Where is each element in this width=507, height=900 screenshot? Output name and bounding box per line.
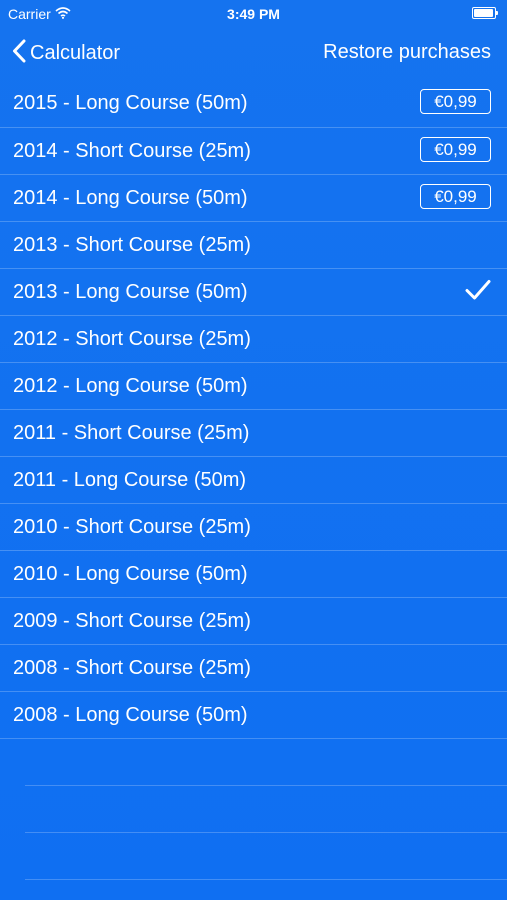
- list-item-label: 2012 - Long Course (50m): [13, 375, 248, 397]
- list-item-label: 2011 - Long Course (50m): [13, 469, 247, 491]
- list-item-label: 2010 - Long Course (50m): [13, 563, 248, 585]
- list-item-2012-short[interactable]: 2012 - Short Course (25m): [0, 315, 507, 362]
- empty-row: [25, 739, 507, 786]
- list-item-2013-long[interactable]: 2013 - Long Course (50m): [0, 268, 507, 315]
- buy-button[interactable]: €0,99: [420, 89, 491, 114]
- list-item-label: 2014 - Long Course (50m): [13, 187, 248, 209]
- list-item-2011-short[interactable]: 2011 - Short Course (25m): [0, 409, 507, 456]
- list-item-2010-short[interactable]: 2010 - Short Course (25m): [0, 503, 507, 550]
- chevron-left-icon: [12, 39, 26, 68]
- list-item-label: 2012 - Short Course (25m): [13, 328, 251, 350]
- list-item-2013-short[interactable]: 2013 - Short Course (25m): [0, 221, 507, 268]
- empty-row: [25, 833, 507, 880]
- list-item-2012-long[interactable]: 2012 - Long Course (50m): [0, 362, 507, 409]
- empty-row: [25, 786, 507, 833]
- list-item-label: 2010 - Short Course (25m): [13, 516, 251, 538]
- list-item-2010-long[interactable]: 2010 - Long Course (50m): [0, 550, 507, 597]
- list-item-label: 2013 - Short Course (25m): [13, 234, 251, 256]
- list-item-label: 2008 - Long Course (50m): [13, 704, 248, 726]
- buy-button[interactable]: €0,99: [420, 137, 491, 162]
- battery-icon: [472, 7, 498, 19]
- status-time: 3:49 PM: [227, 6, 280, 22]
- restore-purchases-button[interactable]: Restore purchases: [323, 41, 491, 64]
- list-item-2014-short[interactable]: 2014 - Short Course (25m) €0,99: [0, 127, 507, 174]
- list-item-2009-short[interactable]: 2009 - Short Course (25m): [0, 597, 507, 644]
- checkmark-icon: [465, 279, 491, 301]
- list-item-label: 2008 - Short Course (25m): [13, 657, 251, 679]
- list-item-2015-long[interactable]: 2015 - Long Course (50m) €0,99: [0, 80, 507, 127]
- back-button-label: Calculator: [30, 41, 121, 64]
- list-item-2014-long[interactable]: 2014 - Long Course (50m) €0,99: [0, 174, 507, 221]
- status-bar: Carrier 3:49 PM: [0, 0, 507, 28]
- list-item-label: 2013 - Long Course (50m): [13, 281, 248, 303]
- navigation-bar: Calculator Restore purchases: [0, 28, 507, 80]
- list-item-2008-long[interactable]: 2008 - Long Course (50m): [0, 691, 507, 738]
- list-item-label: 2011 - Short Course (25m): [13, 422, 250, 444]
- list-item-label: 2015 - Long Course (50m): [13, 92, 248, 114]
- list-item-2011-long[interactable]: 2011 - Long Course (50m): [0, 456, 507, 503]
- list-item-2008-short[interactable]: 2008 - Short Course (25m): [0, 644, 507, 691]
- buy-button[interactable]: €0,99: [420, 184, 491, 209]
- back-button[interactable]: Calculator: [12, 38, 120, 68]
- list-item-label: 2014 - Short Course (25m): [13, 140, 251, 162]
- course-list: 2015 - Long Course (50m) €0,99 2014 - Sh…: [0, 80, 507, 880]
- screen: Carrier 3:49 PM Calculator Restore purch…: [0, 0, 507, 900]
- list-item-label: 2009 - Short Course (25m): [13, 610, 251, 632]
